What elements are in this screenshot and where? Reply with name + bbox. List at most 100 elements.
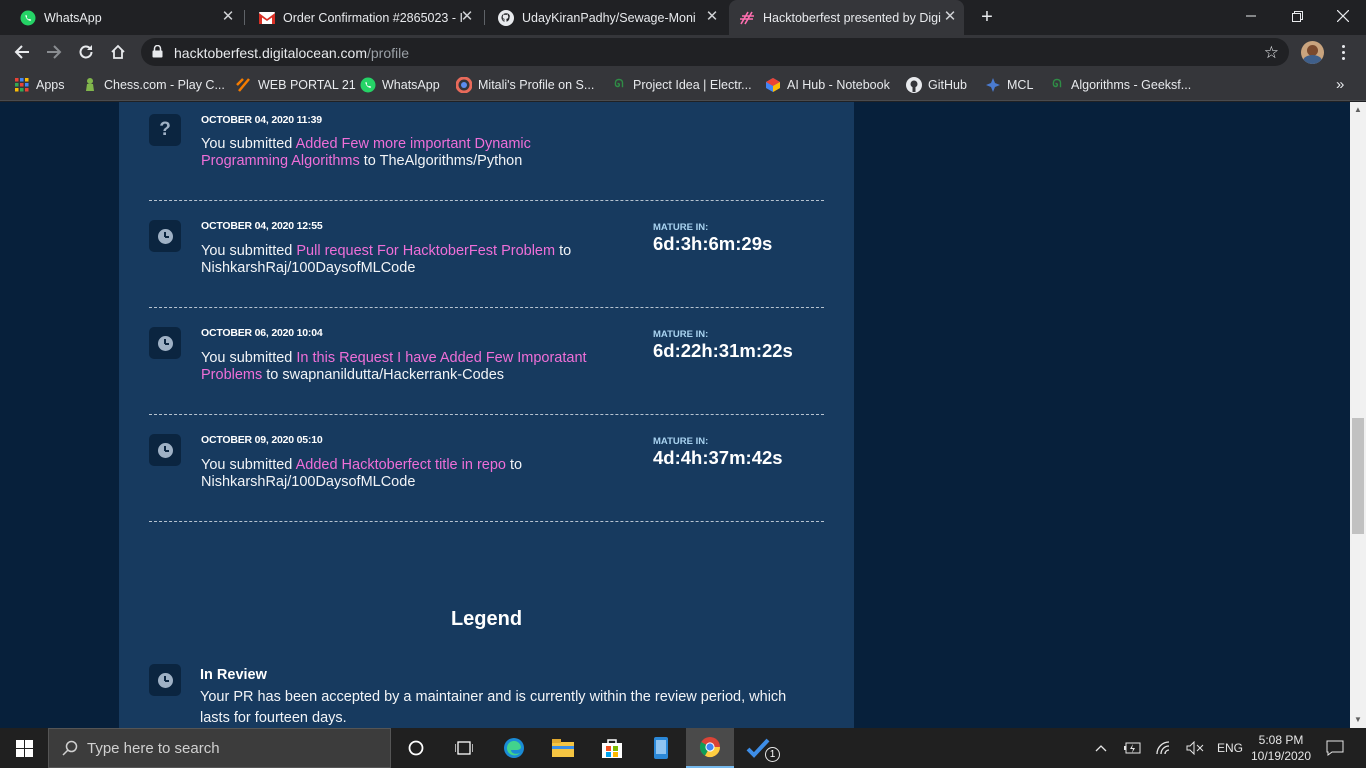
edge-icon[interactable]	[490, 728, 538, 768]
bookmark-whatsapp[interactable]: WhatsApp	[360, 76, 440, 93]
whatsapp-icon	[360, 77, 376, 93]
notifications-icon[interactable]	[1320, 728, 1350, 768]
url-path: /profile	[367, 45, 410, 61]
notification-badge: 1	[765, 747, 780, 762]
avatar[interactable]	[1301, 41, 1324, 64]
pr-date: OCTOBER 04, 2020 11:39	[201, 114, 322, 126]
battery-icon[interactable]	[1122, 728, 1144, 768]
geeks-icon: ᘏ	[614, 78, 624, 90]
clock-icon	[149, 664, 181, 696]
tab-title: UdayKiranPadhy/Sewage-Monito	[522, 10, 696, 25]
pr-repo: NishkarshRaj/100DaysofMLCode	[201, 260, 416, 276]
back-arrow-icon[interactable]	[10, 40, 34, 64]
bookmark-label: MCL	[1007, 77, 1034, 92]
clock-icon	[149, 220, 181, 252]
todo-icon[interactable]: 1	[735, 728, 783, 768]
vertical-scrollbar[interactable]	[1350, 102, 1366, 728]
pull-requests-panel: ? OCTOBER 04, 2020 11:39 You submitted A…	[119, 102, 854, 728]
bookmark-github[interactable]: GitHub	[906, 76, 967, 93]
pr-entry: OCTOBER 06, 2020 10:04 You submitted In …	[149, 308, 824, 415]
bookmark-project-idea[interactable]: ᘏ Project Idea | Electr...	[611, 76, 751, 93]
language-indicator[interactable]: ENG	[1214, 728, 1246, 768]
apps-grid-icon	[14, 77, 30, 93]
bookmarks-overflow-icon[interactable]: »	[1336, 76, 1344, 93]
tab-strip: WhatsApp ✕ Order Confirmation #2865023 -…	[0, 0, 1366, 35]
volume-muted-icon[interactable]	[1184, 728, 1206, 768]
close-tab-icon[interactable]: ✕	[220, 9, 236, 25]
mature-countdown: 6d:22h:31m:22s	[653, 340, 793, 361]
pr-date: OCTOBER 09, 2020 05:10	[201, 434, 323, 446]
chrome-taskbar-icon[interactable]	[686, 728, 734, 768]
close-tab-icon[interactable]: ✕	[942, 9, 958, 25]
cortana-icon[interactable]	[392, 728, 440, 768]
bookmark-apps[interactable]: Apps	[14, 76, 65, 93]
bookmark-label: Mitali's Profile on S...	[478, 77, 595, 92]
clock-widget[interactable]: 5:08 PM 10/19/2020	[1248, 728, 1314, 768]
menu-kebab-icon[interactable]	[1336, 41, 1350, 63]
pr-link[interactable]: Pull request For HacktoberFest Problem	[296, 243, 555, 259]
forward-arrow-icon[interactable]	[42, 40, 66, 64]
mcl-icon	[985, 77, 1001, 93]
url-host: hacktoberfest.digitalocean.com	[174, 45, 367, 61]
tab-hacktoberfest[interactable]: Hacktoberfest presented by Digit ✕	[729, 0, 964, 35]
pr-prefix: You submitted	[201, 243, 297, 259]
pr-date: OCTOBER 06, 2020 10:04	[201, 327, 323, 339]
pr-link[interactable]: Added Hacktoberfect title in repo	[296, 457, 506, 473]
pr-description: You submitted Pull request For Hacktober…	[201, 243, 621, 277]
windows-taskbar: Type here to search 1 ENG 5:08 PM 10/19/…	[0, 728, 1366, 768]
restore-button[interactable]	[1274, 0, 1320, 32]
pr-prefix: You submitted	[201, 136, 296, 152]
phone-app-icon[interactable]	[637, 728, 685, 768]
home-icon[interactable]	[106, 40, 130, 64]
file-explorer-icon[interactable]	[539, 728, 587, 768]
new-tab-button[interactable]: +	[974, 0, 1000, 35]
pr-prefix: You submitted	[201, 350, 297, 366]
date-text: 10/19/2020	[1250, 749, 1312, 763]
wifi-icon[interactable]	[1154, 728, 1176, 768]
tab-gmail[interactable]: Order Confirmation #2865023 - I ✕	[249, 0, 481, 35]
bookmark-web-portal[interactable]: WEB PORTAL 21	[236, 76, 356, 93]
bookmark-ai-hub[interactable]: AI Hub - Notebook	[765, 76, 890, 93]
search-icon	[62, 740, 78, 756]
pr-description: You submitted Added Hacktoberfect title …	[201, 457, 621, 491]
taskbar-search-box[interactable]: Type here to search	[48, 728, 391, 768]
scroll-up-arrow-icon[interactable]: ▲	[1350, 102, 1366, 118]
bookmark-label: WEB PORTAL 21	[258, 77, 356, 92]
legend-item-text: Your PR has been accepted by a maintaine…	[200, 689, 787, 726]
bookmark-mitali-profile[interactable]: Mitali's Profile on S...	[456, 76, 594, 93]
browser-toolbar: hacktoberfest.digitalocean.com/profile ☆	[0, 35, 1366, 69]
address-bar[interactable]: hacktoberfest.digitalocean.com/profile ☆	[141, 38, 1289, 66]
bookmark-chess[interactable]: Chess.com - Play C...	[82, 76, 225, 93]
pr-entry: ? OCTOBER 04, 2020 11:39 You submitted A…	[149, 102, 824, 201]
store-icon[interactable]	[588, 728, 636, 768]
ai-hub-icon	[765, 77, 781, 93]
bookmark-algorithms[interactable]: ᘏ Algorithms - Geeksf...	[1049, 76, 1191, 93]
close-tab-icon[interactable]: ✕	[704, 9, 720, 25]
url-text: hacktoberfest.digitalocean.com/profile	[174, 45, 409, 61]
bookmark-label: Algorithms - Geeksf...	[1071, 77, 1192, 92]
bookmark-label: WhatsApp	[382, 77, 440, 92]
scroll-down-arrow-icon[interactable]: ▼	[1350, 712, 1366, 728]
pr-entry: OCTOBER 09, 2020 05:10 You submitted Add…	[149, 415, 824, 522]
bookmark-label: Chess.com - Play C...	[104, 77, 225, 92]
tab-whatsapp[interactable]: WhatsApp ✕	[10, 0, 242, 35]
scrollbar-thumb[interactable]	[1352, 418, 1364, 534]
pr-entry: OCTOBER 04, 2020 12:55 You submitted Pul…	[149, 201, 824, 308]
web-portal-icon	[236, 77, 252, 93]
legend-heading: Legend	[450, 608, 523, 630]
close-tab-icon[interactable]: ✕	[459, 9, 475, 25]
page-content: ? OCTOBER 04, 2020 11:39 You submitted A…	[0, 102, 1350, 728]
reload-icon[interactable]	[74, 40, 98, 64]
chevron-up-icon[interactable]	[1090, 728, 1112, 768]
bookmark-label: GitHub	[928, 77, 967, 92]
windows-start-icon[interactable]	[0, 728, 48, 768]
task-view-icon[interactable]	[440, 728, 488, 768]
bookmark-star-icon[interactable]: ☆	[1264, 43, 1279, 63]
close-window-button[interactable]	[1320, 0, 1366, 32]
clock-icon	[149, 327, 181, 359]
profile-icon	[456, 76, 472, 93]
pr-repo: TheAlgorithms/Python	[379, 153, 523, 169]
tab-github[interactable]: UdayKiranPadhy/Sewage-Monito ✕	[488, 0, 726, 35]
bookmark-mcl[interactable]: MCL	[985, 76, 1033, 93]
minimize-button[interactable]	[1228, 0, 1274, 32]
